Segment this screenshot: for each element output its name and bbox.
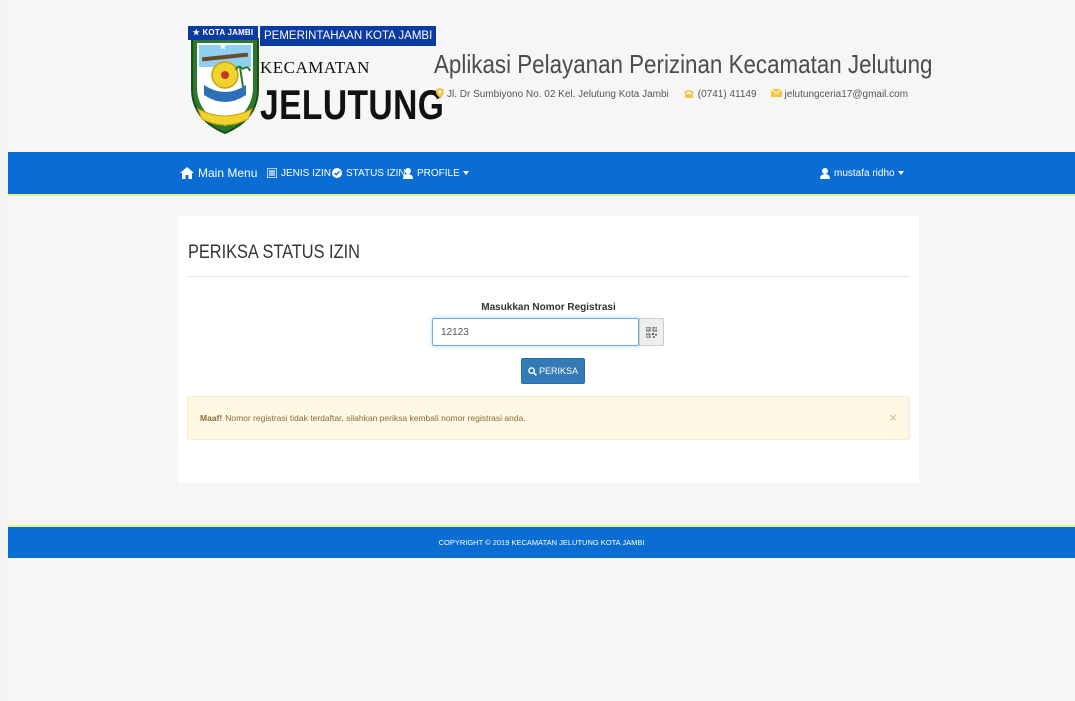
user-icon [820, 167, 830, 179]
status-check-panel: PERIKSA STATUS IZIN Masukkan Nomor Regis… [178, 216, 919, 483]
registration-number-input[interactable] [432, 318, 639, 346]
check-circle-icon [332, 168, 342, 178]
logo-jelutung-label: JELUTUNG [260, 81, 445, 128]
registration-number-label: Masukkan Nomor Registrasi [481, 302, 616, 313]
nav-profile-label: PROFILE [417, 167, 460, 179]
divider [188, 276, 910, 277]
warning-alert: Maaf! Nomor registrasi tidak terdaftar, … [187, 396, 910, 440]
nav-profile-dropdown[interactable]: PROFILE [403, 152, 469, 194]
chevron-down-icon [897, 171, 904, 175]
alert-strong-text: Maaf! [200, 413, 223, 423]
main-navbar: Main Menu JENIS IZIN STATUS IZIN PROFILE [8, 152, 1075, 196]
app-title: Aplikasi Pelayanan Perizinan Kecamatan J… [434, 49, 933, 79]
nav-main-menu[interactable]: Main Menu [180, 152, 257, 194]
nav-jenis-izin[interactable]: JENIS IZIN [267, 152, 331, 194]
chevron-down-icon [462, 171, 469, 175]
home-icon [180, 167, 194, 179]
site-footer: COPYRIGHT © 2019 KECAMATAN JELUTUNG KOTA… [8, 525, 1075, 558]
nav-status-izin[interactable]: STATUS IZIN [332, 152, 406, 194]
envelope-icon [770, 88, 782, 100]
periksa-button-label: PERIKSA [538, 366, 578, 376]
site-header: ★ KOTA JAMBI ★ PEMERINTAHAAN KOTA JAMBI … [8, 0, 1075, 152]
nav-user-dropdown[interactable]: mustafa ridho [820, 152, 904, 194]
nav-user-label: mustafa ridho [834, 167, 895, 179]
qr-scan-button[interactable] [639, 318, 664, 346]
list-icon [267, 168, 277, 178]
contact-address: Jl. Dr Sumbiyono No. 02 Kel. Jelutung Ko… [447, 89, 669, 100]
logo-kecamatan-label: KECAMATAN [260, 58, 370, 77]
search-icon [528, 366, 537, 376]
logo-government-label: PEMERINTAHAAN KOTA JAMBI [260, 26, 437, 46]
close-icon[interactable]: × [889, 409, 897, 427]
contact-phone: (0741) 41149 [697, 89, 757, 100]
alert-message: Nomor registrasi tidak terdaftar, silahk… [225, 413, 526, 423]
periksa-button[interactable]: PERIKSA [521, 358, 585, 384]
contact-email: jelutungceria17@gmail.com [784, 89, 909, 100]
nav-main-menu-label: Main Menu [198, 166, 258, 180]
logo-badge: ★ KOTA JAMBI ★ [188, 26, 258, 51]
qr-code-icon [646, 326, 657, 338]
nav-jenis-izin-label: JENIS IZIN [281, 167, 332, 179]
phone-icon [683, 89, 695, 101]
footer-copyright: COPYRIGHT © 2019 KECAMATAN JELUTUNG KOTA… [438, 538, 645, 547]
page-title: PERIKSA STATUS IZIN [188, 242, 360, 263]
nav-status-izin-label: STATUS IZIN [346, 167, 406, 179]
page-frame: ★ KOTA JAMBI ★ PEMERINTAHAAN KOTA JAMBI … [8, 0, 1075, 701]
user-icon [403, 167, 413, 179]
contact-info: Jl. Dr Sumbiyono No. 02 Kel. Jelutung Ko… [436, 88, 908, 101]
map-pin-icon [436, 88, 444, 101]
